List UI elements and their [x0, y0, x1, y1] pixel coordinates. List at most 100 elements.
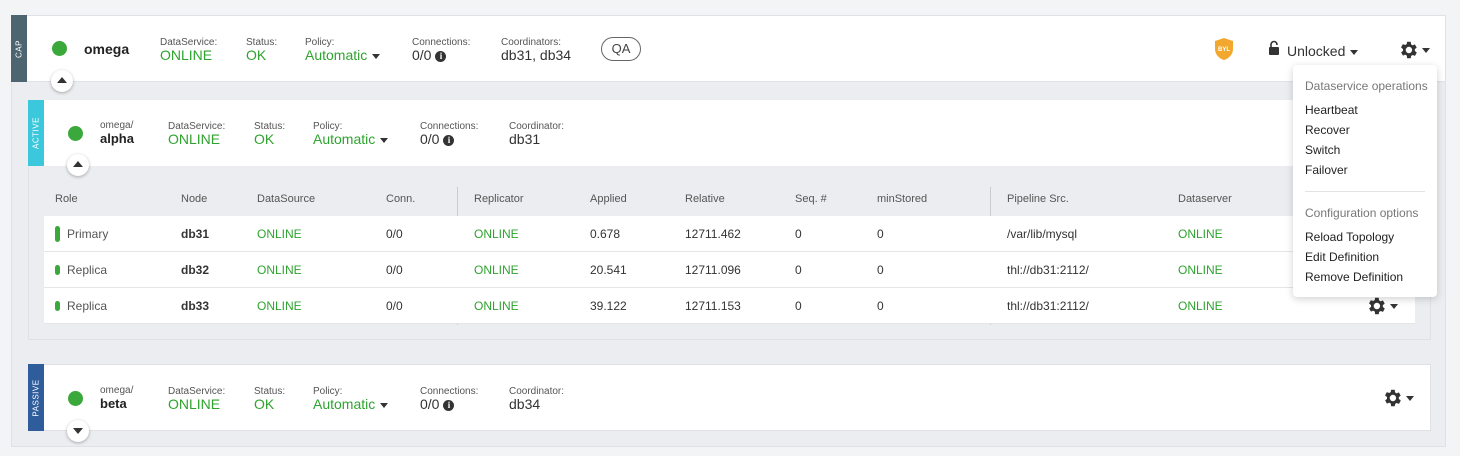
menu-item-recover[interactable]: Recover — [1305, 123, 1350, 137]
cell-replicator: ONLINE — [474, 227, 519, 241]
lock-label: Unlocked — [1287, 43, 1358, 59]
menu-item-failover[interactable]: Failover — [1305, 163, 1348, 177]
cell-conn: 0/0 — [386, 299, 403, 313]
cluster-status-dot — [52, 41, 67, 56]
beta-name: beta — [100, 396, 127, 411]
role-indicator — [55, 265, 60, 275]
cell-role: Replica — [67, 299, 108, 313]
alpha-collapse-toggle[interactable] — [67, 154, 89, 176]
chevron-up-icon — [73, 161, 83, 167]
menu-section-header: Configuration options — [1305, 206, 1419, 220]
cell-datasource: ONLINE — [257, 263, 302, 277]
col-pipeline: Pipeline Src. — [1007, 193, 1069, 205]
chevron-down-icon — [1422, 48, 1430, 53]
cell-replicator: ONLINE — [474, 299, 519, 313]
passive-side-tab: PASSIVE — [28, 364, 44, 431]
cell-relative: 12711.462 — [685, 227, 741, 241]
cell-conn: 0/0 — [386, 263, 403, 277]
cell-datasource: ONLINE — [257, 227, 302, 241]
col-replicator: Replicator — [474, 193, 524, 205]
chevron-down-icon — [1406, 396, 1414, 401]
svg-text:BYL: BYL — [1218, 47, 1230, 53]
alpha-status-value: OK — [254, 131, 275, 147]
gear-icon[interactable] — [1397, 39, 1433, 61]
cell-applied: 0.678 — [590, 227, 621, 241]
gear-icon[interactable] — [1381, 387, 1417, 409]
beta-dataservice-value: ONLINE — [168, 396, 221, 412]
alpha-parent: omega/ — [100, 120, 134, 131]
menu-item-switch[interactable]: Switch — [1305, 143, 1340, 157]
cell-dataserver: ONLINE — [1178, 299, 1223, 313]
cap-side-tab: CAP — [11, 15, 27, 82]
cell-replicator: ONLINE — [474, 263, 519, 277]
col-applied: Applied — [590, 193, 627, 205]
alpha-name: alpha — [100, 131, 134, 146]
lock-dropdown[interactable]: Unlocked — [1268, 40, 1362, 62]
cluster-coordinators-value: db31, db34 — [501, 47, 572, 63]
unlock-icon — [1268, 40, 1280, 61]
cell-node: db33 — [181, 299, 210, 313]
cell-node: db31 — [181, 227, 210, 241]
alpha-policy-dropdown[interactable]: Automatic — [313, 131, 388, 147]
cell-relative: 12711.096 — [685, 263, 741, 277]
menu-section-header: Dataservice operations — [1305, 79, 1428, 93]
cluster-dataservice-value: ONLINE — [160, 47, 213, 63]
beta-status-dot — [68, 391, 83, 406]
cell-pipeline: thl://db31:2112/ — [1007, 299, 1089, 313]
col-conn: Conn. — [386, 193, 416, 205]
beta-coordinator-value: db34 — [509, 396, 541, 412]
cluster-collapse-toggle[interactable] — [51, 70, 73, 92]
beta-header — [28, 364, 1431, 431]
active-side-tab: ACTIVE — [28, 100, 44, 166]
beta-policy-dropdown[interactable]: Automatic — [313, 396, 388, 412]
table-row[interactable]: Replica db33 ONLINE 0/0 ONLINE 39.122 12… — [44, 288, 1415, 324]
qa-tag[interactable]: QA — [601, 37, 641, 61]
alpha-status-dot — [68, 126, 83, 141]
info-icon[interactable]: i — [443, 400, 455, 411]
alpha-connections-value: 0/0 i — [420, 131, 455, 147]
alpha-header — [28, 100, 1431, 166]
role-indicator — [55, 301, 60, 311]
cell-applied: 20.541 — [590, 263, 627, 277]
chevron-up-icon — [57, 77, 67, 83]
role-indicator — [55, 226, 60, 242]
cell-dataserver: ONLINE — [1178, 263, 1223, 277]
cell-role: Primary — [67, 227, 109, 241]
chevron-down-icon — [73, 428, 83, 434]
beta-status-value: OK — [254, 396, 275, 412]
beta-expand-toggle[interactable] — [67, 420, 89, 442]
cluster-status-value: OK — [246, 47, 267, 63]
cell-role: Replica — [67, 263, 108, 277]
menu-divider — [1305, 191, 1425, 192]
col-role: Role — [55, 193, 78, 205]
gear-icon[interactable] — [1365, 295, 1401, 317]
cell-seq: 0 — [795, 299, 802, 313]
cell-minstored: 0 — [877, 227, 884, 241]
table-row[interactable]: Replica db32 ONLINE 0/0 ONLINE 20.541 12… — [44, 252, 1415, 288]
menu-item-remove-definition[interactable]: Remove Definition — [1305, 270, 1403, 284]
dataservice-menu: Dataservice operations Heartbeat Recover… — [1293, 65, 1437, 297]
menu-item-heartbeat[interactable]: Heartbeat — [1305, 103, 1358, 117]
beta-parent: omega/ — [100, 385, 134, 396]
info-icon[interactable]: i — [435, 51, 447, 62]
menu-item-edit-definition[interactable]: Edit Definition — [1305, 250, 1379, 264]
cell-dataserver: ONLINE — [1178, 227, 1223, 241]
info-icon[interactable]: i — [443, 135, 455, 146]
cell-seq: 0 — [795, 263, 802, 277]
chevron-down-icon — [1390, 304, 1398, 309]
menu-item-reload-topology[interactable]: Reload Topology — [1305, 230, 1394, 244]
cell-applied: 39.122 — [590, 299, 627, 313]
alpha-dataservice-value: ONLINE — [168, 131, 221, 147]
cluster-connections-value: 0/0 i — [412, 47, 447, 63]
col-datasource: DataSource — [257, 193, 316, 205]
cell-relative: 12711.153 — [685, 299, 741, 313]
cluster-policy-dropdown[interactable]: Automatic — [305, 47, 380, 63]
cell-pipeline: thl://db31:2112/ — [1007, 263, 1089, 277]
cell-minstored: 0 — [877, 299, 884, 313]
col-minstored: minStored — [877, 193, 928, 205]
beta-connections-value: 0/0 i — [420, 396, 455, 412]
shield-badge-icon: BYL — [1214, 37, 1234, 61]
table-row[interactable]: Primary db31 ONLINE 0/0 ONLINE 0.678 127… — [44, 216, 1415, 252]
cell-conn: 0/0 — [386, 227, 403, 241]
cell-pipeline: /var/lib/mysql — [1007, 227, 1078, 241]
